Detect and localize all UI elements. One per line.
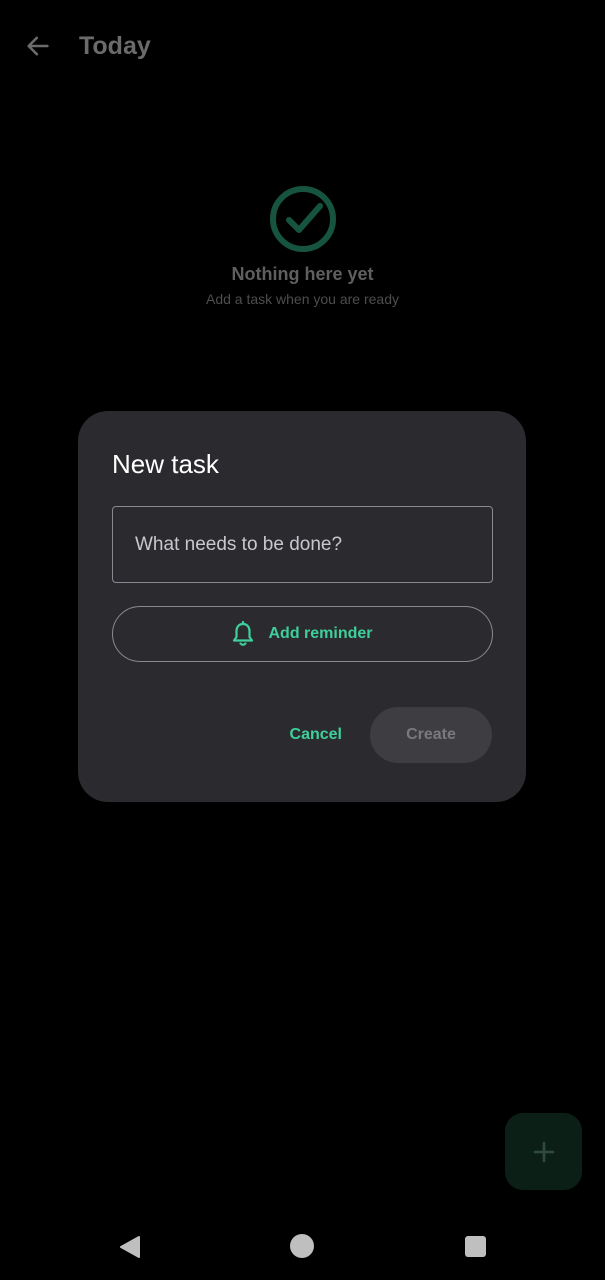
create-button[interactable]: Create <box>370 707 492 763</box>
screen: Today Nothing here yet Add a task when y… <box>0 0 605 1280</box>
triangle-back-icon[interactable] <box>118 1235 142 1259</box>
dialog-actions: Cancel Create <box>290 707 492 763</box>
circle-home-icon[interactable] <box>290 1234 314 1258</box>
plus-icon <box>533 1141 554 1162</box>
add-task-fab[interactable] <box>505 1113 582 1190</box>
add-reminder-button[interactable]: Add reminder <box>112 606 493 662</box>
system-navigation-bar <box>0 1210 605 1280</box>
square-recents-icon[interactable] <box>465 1236 486 1257</box>
bell-icon <box>232 621 254 647</box>
task-input[interactable] <box>112 506 493 583</box>
dialog-title: New task <box>112 449 219 479</box>
add-reminder-label: Add reminder <box>268 625 373 642</box>
cancel-button[interactable]: Cancel <box>290 716 342 754</box>
new-task-dialog: New task Add reminder Cancel Create <box>78 411 526 802</box>
